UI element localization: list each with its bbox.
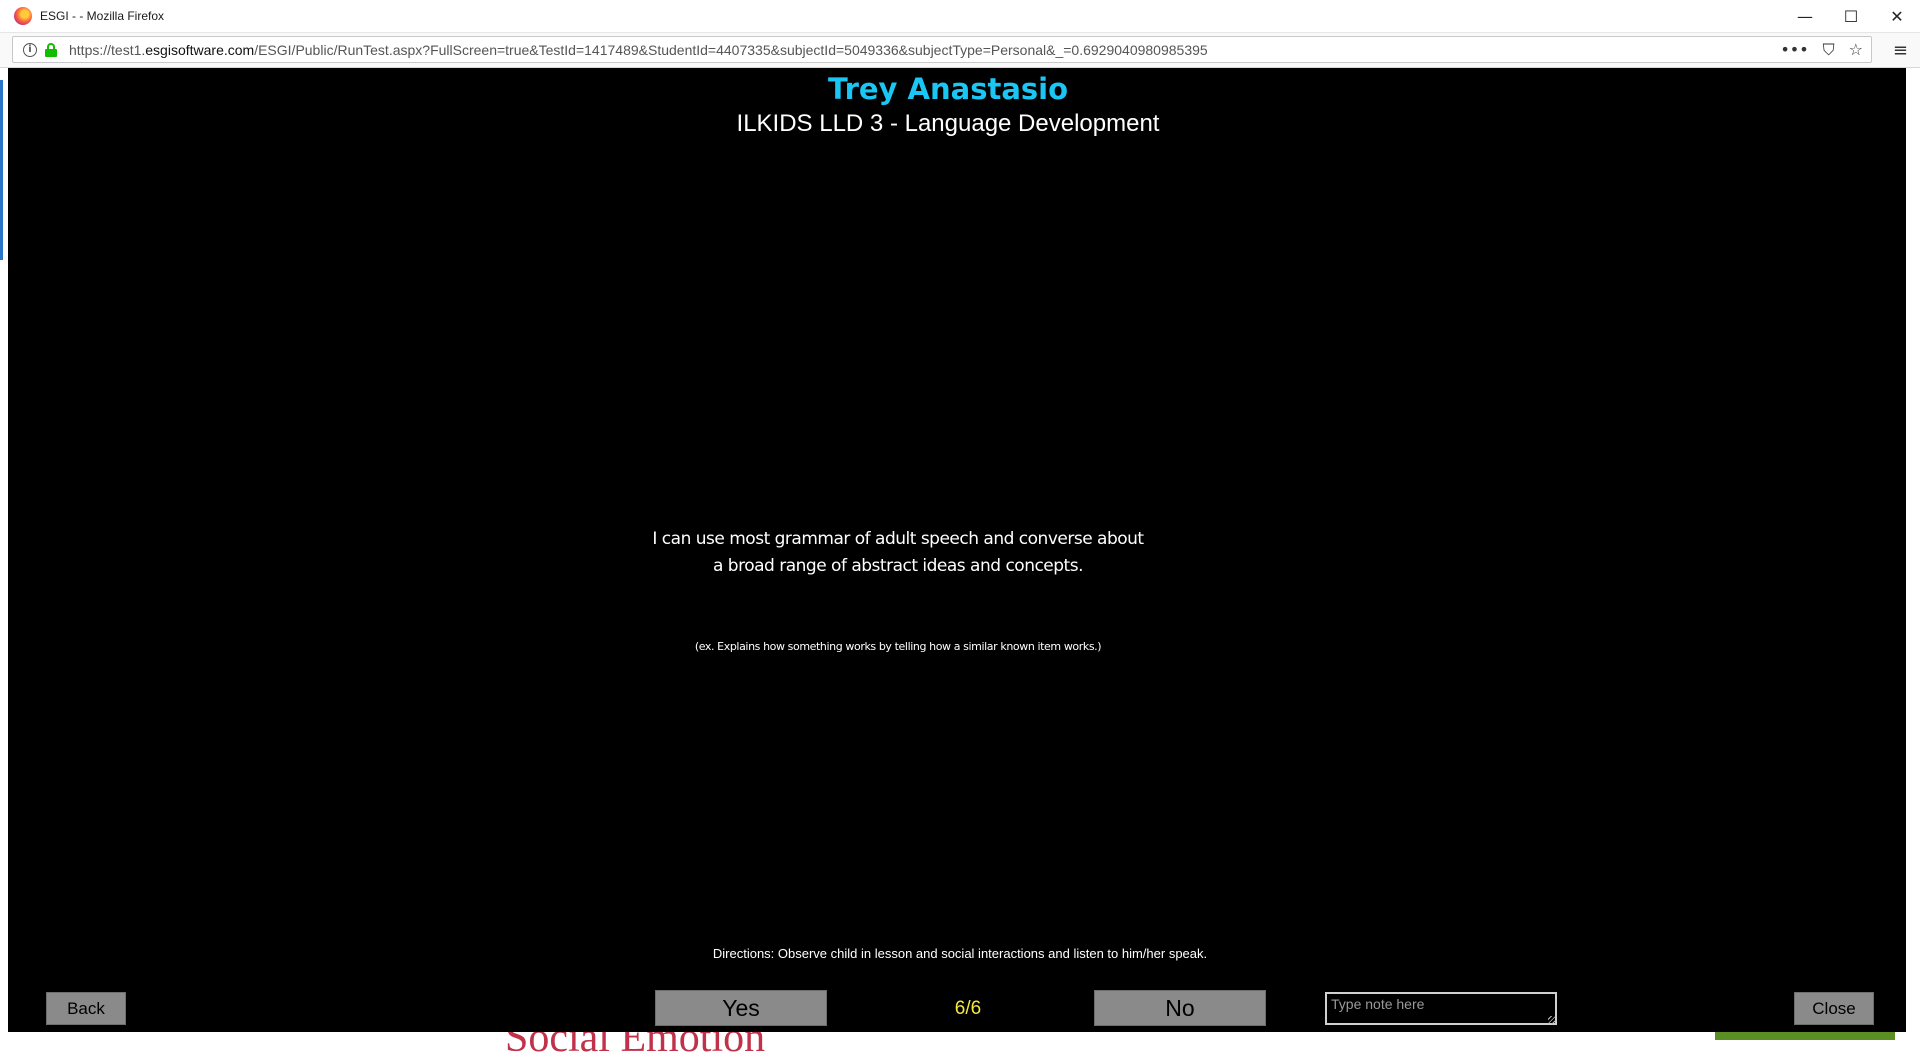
url-path: /ESGI/Public/RunTest.aspx?FullScreen=tru… [254, 41, 1208, 58]
back-button[interactable]: Back [46, 992, 126, 1025]
lock-icon[interactable] [45, 42, 57, 57]
question-example: (ex. Explains how something works by tel… [694, 640, 1102, 653]
question-counter: 6/6 [954, 998, 982, 1019]
window-titlebar: ESGI - - Mozilla Firefox — ☐ ✕ [0, 0, 1920, 33]
bookmark-star-icon[interactable]: ☆ [1849, 40, 1863, 59]
url-actions: ••• ⛉ ☆ [1780, 40, 1863, 60]
address-bar[interactable]: i https://test1.esgisoftware.com/ESGI/Pu… [12, 36, 1872, 63]
window-controls: — ☐ ✕ [1782, 0, 1920, 32]
background-page-accent [0, 80, 3, 260]
navigation-toolbar: i https://test1.esgisoftware.com/ESGI/Pu… [0, 33, 1920, 68]
page-actions-icon[interactable]: ••• [1780, 40, 1808, 59]
site-info-icon[interactable]: i [23, 42, 37, 57]
maximize-button[interactable]: ☐ [1828, 0, 1874, 32]
minimize-button[interactable]: — [1782, 0, 1828, 32]
background-page-green-bar [1715, 1032, 1895, 1040]
window-title: ESGI - - Mozilla Firefox [40, 9, 165, 23]
note-input[interactable] [1325, 992, 1557, 1025]
question-line: a broad range of abstract ideas and conc… [712, 556, 1084, 576]
url-text[interactable]: https://test1.esgisoftware.com/ESGI/Publ… [69, 42, 1208, 58]
no-button[interactable]: No [1094, 990, 1266, 1026]
test-stage: Trey Anastasio ILKIDS LLD 3 - Language D… [8, 68, 1906, 1032]
directions-text: Directions: Observe child in lesson and … [712, 946, 1208, 961]
question-line: I can use most grammar of adult speech a… [652, 529, 1144, 549]
firefox-logo-icon [14, 7, 32, 25]
close-button[interactable]: Close [1794, 992, 1874, 1025]
test-name: ILKIDS LLD 3 - Language Development [736, 110, 1160, 137]
note-resize-handle[interactable] [1548, 1016, 1556, 1024]
question-text: I can use most grammar of adult speech a… [568, 526, 1228, 580]
url-host: esgisoftware.com [145, 41, 255, 58]
hamburger-menu-icon[interactable]: ≡ [1893, 40, 1908, 61]
close-window-button[interactable]: ✕ [1874, 0, 1920, 32]
yes-button[interactable]: Yes [655, 990, 827, 1026]
background-page-right [1906, 68, 1920, 1040]
url-prefix: https://test1. [69, 41, 146, 58]
student-name: Trey Anastasio [827, 72, 1069, 106]
pocket-icon[interactable]: ⛉ [1823, 40, 1835, 60]
